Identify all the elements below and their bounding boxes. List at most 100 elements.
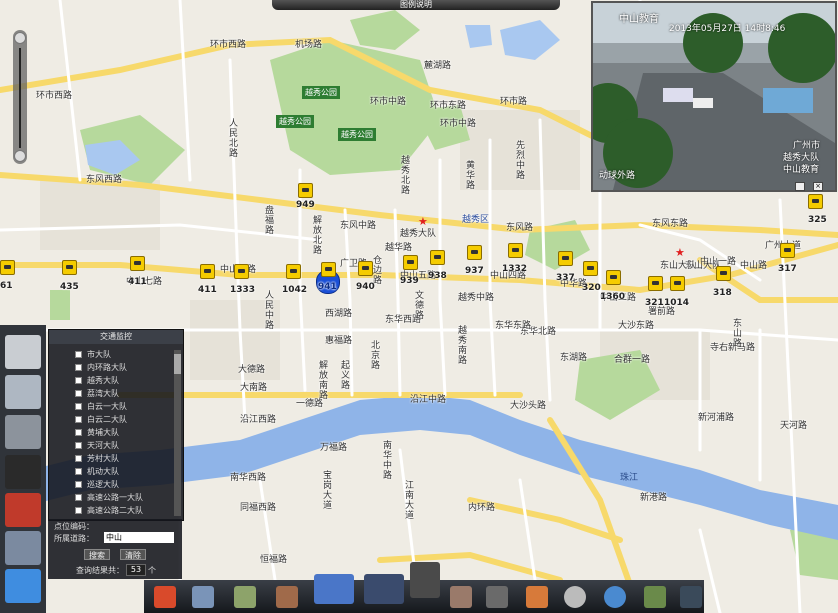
road-label: 天河路 — [780, 421, 808, 431]
monitor-icon[interactable] — [5, 569, 41, 603]
camera-marker-icon[interactable] — [430, 250, 445, 265]
checkbox[interactable] — [75, 377, 82, 384]
camera-marker-icon[interactable] — [648, 276, 663, 291]
road-label: 文德路 — [413, 290, 423, 320]
checkbox[interactable] — [75, 429, 82, 436]
search-icon[interactable] — [192, 586, 214, 608]
camera-marker-icon[interactable] — [200, 264, 215, 279]
clear-button[interactable]: 清除 — [120, 549, 146, 560]
camera-marker-icon[interactable] — [670, 276, 685, 291]
road-label: 机场路 — [295, 40, 323, 50]
camera-icon[interactable] — [5, 415, 41, 449]
camera-marker-icon[interactable] — [321, 262, 336, 277]
camera-marker-icon[interactable] — [780, 243, 795, 258]
checkbox[interactable] — [75, 403, 82, 410]
road-label: 人民中路 — [263, 290, 273, 330]
dome-camera-icon[interactable] — [564, 586, 586, 608]
checkbox[interactable] — [75, 468, 82, 475]
settings-icon[interactable] — [486, 586, 508, 608]
network-icon[interactable] — [680, 586, 702, 608]
camera-marker-icon[interactable] — [583, 261, 598, 276]
river-label: 珠江 — [620, 473, 639, 483]
camera-marker-icon[interactable] — [62, 260, 77, 275]
list-item[interactable]: 天河大队 — [55, 439, 169, 452]
tools-icon[interactable] — [526, 586, 548, 608]
camera-marker-icon[interactable] — [403, 255, 418, 270]
list-item[interactable]: 高速公路一大队 — [55, 491, 169, 504]
camera-marker-icon[interactable] — [508, 243, 523, 258]
police-icon[interactable] — [5, 375, 41, 409]
police-car-icon[interactable] — [364, 574, 404, 604]
close-icon[interactable]: × — [813, 182, 823, 191]
road-label: 越秀中路 — [458, 293, 495, 303]
photo-icon[interactable] — [5, 531, 41, 565]
list-item[interactable]: 高速公路二大队 — [55, 504, 169, 517]
camera-marker-icon[interactable] — [234, 264, 249, 279]
camera-marker-icon[interactable] — [808, 194, 823, 209]
traffic-light-icon[interactable] — [5, 455, 41, 489]
camera-marker-icon[interactable] — [298, 183, 313, 198]
officer-icon[interactable] — [276, 586, 298, 608]
camera-label: 320 — [582, 283, 601, 293]
road-label: 万福路 — [320, 443, 348, 453]
zoom-out-icon[interactable] — [14, 150, 26, 162]
map-icon[interactable] — [314, 574, 354, 604]
list-item[interactable]: 巡逻大队 — [55, 478, 169, 491]
list-item[interactable]: 芳村大队 — [55, 452, 169, 465]
list-item[interactable]: 黄埔大队 — [55, 426, 169, 439]
checkbox[interactable] — [75, 455, 82, 462]
left-toolbar — [0, 325, 46, 613]
video-title: 中山教育 — [619, 14, 659, 25]
camera-marker-icon[interactable] — [130, 256, 145, 271]
home-icon[interactable] — [154, 586, 176, 608]
checkbox[interactable] — [75, 364, 82, 371]
road-label: 宝岗大道 — [321, 470, 331, 510]
checkbox[interactable] — [75, 351, 82, 358]
zoom-slider[interactable] — [13, 30, 27, 164]
road-label: 东湖路 — [560, 353, 588, 363]
traffic-monitor-app: 越秀公园 越秀公园 越秀公园 环市西路 环市西路 环市东路 环市中路 机场路 环… — [0, 0, 838, 613]
camera-marker-icon[interactable] — [0, 260, 15, 275]
camera-marker-icon[interactable] — [467, 245, 482, 260]
list-item[interactable]: 白云一大队 — [55, 400, 169, 413]
checkbox[interactable] — [75, 416, 82, 423]
legend-tab[interactable]: 图例说明 — [272, 0, 560, 10]
checkbox[interactable] — [75, 481, 82, 488]
road-label: 先烈中路 — [514, 140, 524, 180]
checkbox[interactable] — [75, 507, 82, 514]
list-item[interactable]: 机动大队 — [55, 465, 169, 478]
scrollbar-thumb[interactable] — [174, 354, 181, 374]
police-officer-icon[interactable] — [410, 562, 440, 598]
document-icon[interactable] — [5, 493, 41, 527]
zoom-track[interactable] — [19, 48, 21, 148]
minimize-icon[interactable] — [795, 182, 805, 191]
list-item[interactable]: 越秀大队 — [55, 374, 169, 387]
road-label: 人民北路 — [227, 118, 237, 158]
globe-icon[interactable] — [604, 586, 626, 608]
list-scrollbar[interactable] — [174, 350, 181, 516]
camera-marker-icon[interactable] — [558, 251, 573, 266]
search-button[interactable]: 搜索 — [84, 549, 110, 560]
list-item[interactable]: 荔湾大队 — [55, 387, 169, 400]
camera-marker-icon[interactable] — [358, 261, 373, 276]
code-label: 点位编码： — [54, 522, 94, 531]
road-input[interactable]: 中山 — [104, 532, 174, 543]
book-icon[interactable] — [644, 586, 666, 608]
list-item[interactable]: 市大队 — [55, 348, 169, 361]
checkbox[interactable] — [75, 442, 82, 449]
camera-video-preview[interactable]: 中山教育 2013年05月27日 14时8:46 广州市 越秀大队 中山教育 动… — [578, 1, 838, 192]
road-label: 越秀南路 — [456, 325, 466, 365]
chart-icon[interactable] — [234, 586, 256, 608]
vehicle-icon[interactable] — [5, 335, 41, 369]
checkbox[interactable] — [75, 390, 82, 397]
camera-marker-icon[interactable] — [716, 266, 731, 281]
checkbox[interactable] — [75, 494, 82, 501]
list-item[interactable]: 内环路大队 — [55, 361, 169, 374]
bottom-dock — [144, 562, 704, 613]
list-item[interactable]: 白云二大队 — [55, 413, 169, 426]
camera-marker-icon[interactable] — [606, 270, 621, 285]
zoom-in-icon[interactable] — [14, 32, 26, 44]
user-icon[interactable] — [450, 586, 472, 608]
camera-marker-icon[interactable] — [286, 264, 301, 279]
park-label: 越秀公园 — [276, 115, 314, 128]
